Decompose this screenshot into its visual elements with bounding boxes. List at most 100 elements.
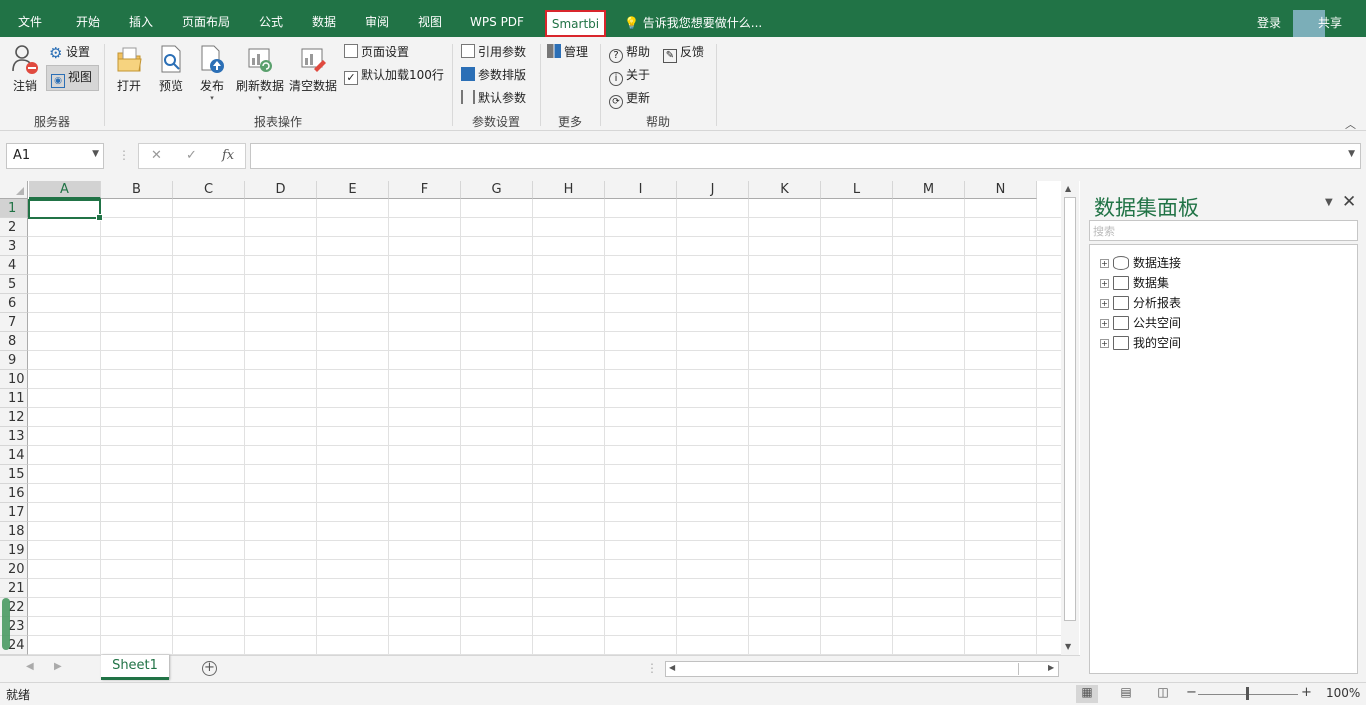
column-header[interactable]: N <box>965 181 1037 199</box>
row-header[interactable]: 19 <box>0 541 28 560</box>
column-header[interactable]: E <box>317 181 389 199</box>
tab-page-layout[interactable]: 页面布局 <box>176 0 236 37</box>
scroll-up-icon[interactable]: ▲ <box>1065 184 1071 193</box>
param-layout-button[interactable]: 参数排版 <box>461 66 526 83</box>
feedback-button[interactable]: ✎ 反馈 <box>663 43 704 63</box>
column-header[interactable]: F <box>389 181 461 199</box>
tab-file[interactable]: 文件 <box>10 0 50 37</box>
formula-input[interactable]: ▼ <box>250 143 1361 169</box>
help-button[interactable]: ? 帮助 <box>609 43 650 63</box>
row-header[interactable]: 9 <box>0 351 28 370</box>
add-sheet-icon[interactable]: + <box>202 661 217 676</box>
zoom-in-icon[interactable]: + <box>1301 685 1312 700</box>
collapse-ribbon-icon[interactable]: ︿ <box>1345 116 1356 132</box>
column-header[interactable]: G <box>461 181 533 199</box>
row-header[interactable]: 3 <box>0 237 28 256</box>
tree-node[interactable]: + 公共空间 <box>1100 314 1181 332</box>
expand-plus-icon[interactable]: + <box>1100 279 1109 288</box>
page-break-view-icon[interactable]: ◫ <box>1152 685 1174 703</box>
tree-node[interactable]: + 我的空间 <box>1100 334 1181 352</box>
horizontal-scroll-thumb[interactable] <box>681 663 1019 675</box>
sheet-tab-sheet1[interactable]: Sheet1 <box>101 655 169 680</box>
column-header[interactable]: B <box>101 181 173 199</box>
panel-search-input[interactable]: 搜索 <box>1089 220 1358 241</box>
preview-button[interactable]: 预览 <box>156 43 186 94</box>
vertical-scroll-thumb[interactable] <box>1064 197 1076 621</box>
column-header[interactable]: J <box>677 181 749 199</box>
row-header[interactable]: 2 <box>0 218 28 237</box>
logout-button[interactable]: 注销 <box>8 43 42 94</box>
page-setup-button[interactable]: 页面设置 <box>344 43 409 60</box>
row-header[interactable]: 11 <box>0 389 28 408</box>
tab-smartbi[interactable]: Smartbi <box>545 10 606 37</box>
zoom-out-icon[interactable]: − <box>1186 685 1197 700</box>
column-header[interactable]: D <box>245 181 317 199</box>
row-header[interactable]: 12 <box>0 408 28 427</box>
spreadsheet-grid[interactable]: A B C D E F G H I J K L M N 1 2 3 4 5 6 7 8 9 10 11 12 13 14 15 16 17 1… <box>0 181 1061 655</box>
tree-node[interactable]: + 数据连接 <box>1100 254 1181 272</box>
row-header[interactable]: 21 <box>0 579 28 598</box>
tree-node[interactable]: + 分析报表 <box>1100 294 1181 312</box>
tab-formulas[interactable]: 公式 <box>253 0 289 37</box>
tab-insert[interactable]: 插入 <box>121 0 161 37</box>
panel-menu-chevron-icon[interactable]: ▼ <box>1325 197 1333 208</box>
share-button[interactable]: 共享 <box>1318 14 1342 31</box>
confirm-check-icon[interactable]: ✓ <box>186 148 197 163</box>
row-header[interactable]: 8 <box>0 332 28 351</box>
publish-button[interactable]: 发布 ▾ <box>197 43 227 102</box>
row-header[interactable]: 7 <box>0 313 28 332</box>
row-header[interactable]: 16 <box>0 484 28 503</box>
column-header[interactable]: I <box>605 181 677 199</box>
expand-formula-icon[interactable]: ▼ <box>1348 149 1355 159</box>
tell-me-search[interactable]: 💡 告诉我您想要做什么... <box>624 14 762 31</box>
manage-button[interactable]: 管理 <box>547 43 588 60</box>
scroll-left-icon[interactable]: ◀ <box>669 663 675 672</box>
ref-param-button[interactable]: 引用参数 <box>461 43 526 60</box>
row-header[interactable]: 14 <box>0 446 28 465</box>
row-header[interactable]: 18 <box>0 522 28 541</box>
column-header[interactable]: H <box>533 181 605 199</box>
column-header[interactable]: C <box>173 181 245 199</box>
scroll-down-icon[interactable]: ▼ <box>1065 642 1071 651</box>
horizontal-scrollbar[interactable]: ◀ ▶ <box>665 661 1059 677</box>
normal-view-icon[interactable]: ▦ <box>1076 685 1098 703</box>
update-button[interactable]: ⟳ 更新 <box>609 89 650 109</box>
tab-view[interactable]: 视图 <box>412 0 448 37</box>
name-box[interactable]: A1 ▼ <box>6 143 104 169</box>
tab-wps-pdf[interactable]: WPS PDF <box>465 0 529 37</box>
active-cell-a1[interactable] <box>28 199 103 221</box>
default-load-checkbox[interactable]: ✓ 默认加载100行 <box>344 66 444 85</box>
chevron-down-icon[interactable]: ▼ <box>92 149 99 159</box>
zoom-slider-knob[interactable] <box>1246 687 1249 700</box>
refresh-data-button[interactable]: 刷新数据 ▾ <box>234 43 286 102</box>
column-header[interactable]: A <box>29 181 101 199</box>
clear-data-button[interactable]: 清空数据 <box>287 43 339 94</box>
row-header[interactable]: 5 <box>0 275 28 294</box>
view-button[interactable]: ◉ 视图 <box>46 65 100 91</box>
vertical-scrollbar[interactable]: ▲ ▼ <box>1061 181 1079 655</box>
expand-plus-icon[interactable]: + <box>1100 299 1109 308</box>
row-header[interactable]: 17 <box>0 503 28 522</box>
insert-function-button[interactable]: fx <box>222 148 234 163</box>
column-header[interactable]: M <box>893 181 965 199</box>
column-header[interactable]: L <box>821 181 893 199</box>
row-header[interactable]: 13 <box>0 427 28 446</box>
select-all-corner[interactable] <box>0 181 28 199</box>
zoom-level[interactable]: 100% <box>1326 686 1360 700</box>
expand-plus-icon[interactable]: + <box>1100 339 1109 348</box>
expand-plus-icon[interactable]: + <box>1100 319 1109 328</box>
open-button[interactable]: 打开 <box>114 43 144 94</box>
tab-home[interactable]: 开始 <box>68 0 108 37</box>
cancel-icon[interactable]: ✕ <box>151 148 162 163</box>
tab-review[interactable]: 审阅 <box>359 0 395 37</box>
row-header[interactable]: 20 <box>0 560 28 579</box>
login-link[interactable]: 登录 <box>1257 14 1281 31</box>
scroll-right-icon[interactable]: ▶ <box>1048 663 1054 672</box>
sheet-prev-icon[interactable]: ◀ <box>26 661 34 672</box>
row-header[interactable]: 4 <box>0 256 28 275</box>
tree-node[interactable]: + 数据集 <box>1100 274 1169 292</box>
page-layout-view-icon[interactable]: ▤ <box>1115 685 1137 703</box>
row-header[interactable]: 10 <box>0 370 28 389</box>
row-header[interactable]: 15 <box>0 465 28 484</box>
row-header[interactable]: 1 <box>0 199 28 218</box>
